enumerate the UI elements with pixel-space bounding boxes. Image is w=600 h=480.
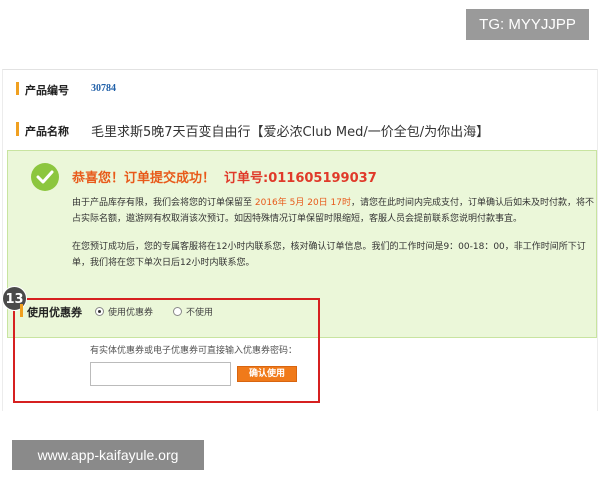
service-contact-notice: 在您预订成功后，您的专属客服将在12小时内联系您，核对确认订单信息。我们的工作时… <box>72 242 586 268</box>
label-accent-bar <box>16 122 19 136</box>
hold-deadline: 2016年 5月 20日 17时 <box>254 198 351 208</box>
coupon-hint: 有实体优惠券或电子优惠券可直接输入优惠券密码： <box>90 346 298 356</box>
tg-badge: TG: MYYJJPP <box>466 9 589 40</box>
radio-button-selected[interactable] <box>95 307 104 316</box>
label-accent-bar <box>20 304 23 317</box>
product-name-value: 毛里求斯5晚7天百变自由行【爱必浓Club Med/一价全包/为你出海】 <box>91 125 490 140</box>
radio-no-coupon[interactable]: 不使用 <box>173 305 213 318</box>
coupon-label: 使用优惠券 <box>27 306 82 319</box>
order-hold-notice: 由于产品库存有限，我们会将您的订单保留至 2016年 5月 20日 17时，请您… <box>72 198 595 224</box>
check-circle-icon <box>31 163 59 191</box>
radio-use-coupon[interactable]: 使用优惠券 <box>95 305 153 318</box>
confirm-coupon-button[interactable]: 确认使用 <box>237 366 297 382</box>
product-id-label: 产品编号 <box>25 84 69 97</box>
step-number-badge: 13 <box>2 286 27 311</box>
radio-button-unselected[interactable] <box>173 307 182 316</box>
coupon-code-input[interactable] <box>90 362 231 386</box>
site-watermark: www.app-kaifayule.org <box>12 440 204 470</box>
radio-no-coupon-label: 不使用 <box>186 308 214 318</box>
product-name-label: 产品名称 <box>25 125 69 138</box>
success-title: 恭喜您！订单提交成功！ <box>72 171 216 186</box>
order-number: 订单号:011605199037 <box>224 171 377 186</box>
product-id-value: 30784 <box>91 83 116 94</box>
radio-use-coupon-label: 使用优惠券 <box>108 308 154 318</box>
label-accent-bar <box>16 82 19 95</box>
